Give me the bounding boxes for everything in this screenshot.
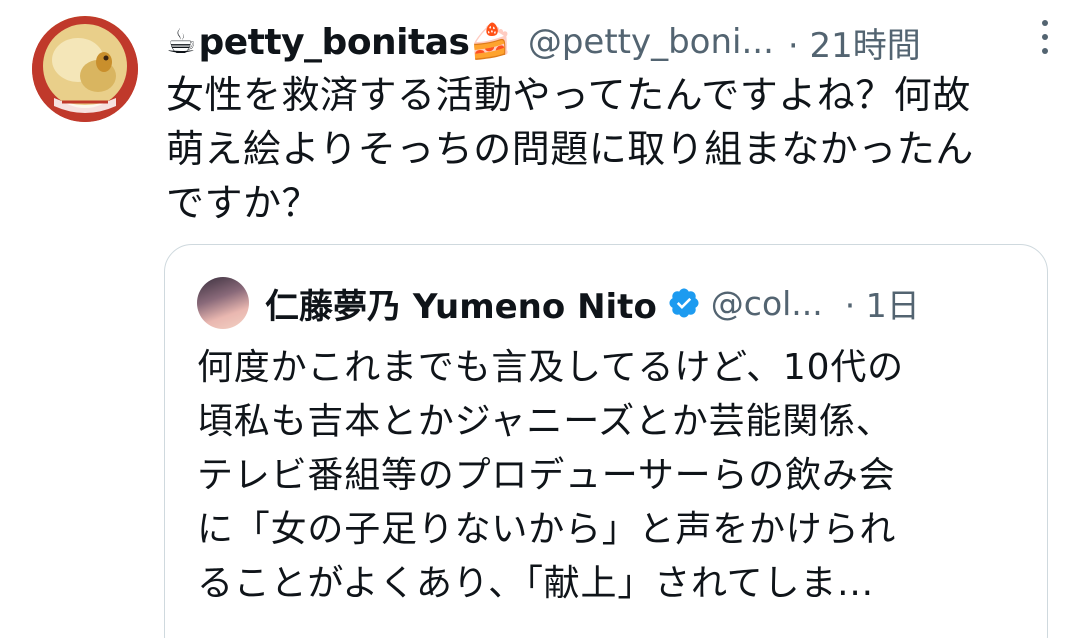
quoted-text-line: 頃私も吉本とかジャニーズとか芸能関係、	[197, 401, 893, 442]
verified-badge-icon	[669, 288, 699, 318]
quoted-author-handle: @col...	[710, 283, 823, 323]
more-dot	[1042, 20, 1048, 26]
tweet-text-line: 萌え絵よりそっちの問題に取り組まなかったん	[166, 127, 974, 171]
tweet-text: 女性を救済する活動やってたんですよね？何故 萌え絵よりそっちの問題に取り組まなか…	[166, 68, 1056, 230]
more-options-icon[interactable]	[1040, 20, 1050, 54]
author-display-name[interactable]: petty_bonitas	[198, 22, 469, 63]
tweet-text-line: 女性を救済する活動やってたんですよね？何故	[166, 73, 971, 117]
tweet[interactable]: ☕ petty_bonitas 🍰 @petty_boni... · 21時間 …	[0, 0, 1080, 638]
quoted-text-line: ることがよくあり、「献上」されてしま...	[197, 563, 874, 604]
quoted-text-line: 何度かこれまでも言及してるけど、10代の	[197, 347, 904, 388]
quoted-tweet-text: 何度かこれまでも言及してるけど、10代の 頃私も吉本とかジャニーズとか芸能関係、…	[197, 341, 1017, 611]
tweet-text-line: ですか？	[166, 181, 321, 225]
quoted-author-display-name: 仁藤夢乃 Yumeno Nito	[265, 286, 657, 327]
tweet-timestamp[interactable]: · 21時間	[788, 18, 921, 67]
cake-emoji-icon: 🍰	[469, 22, 512, 62]
avatar-image	[32, 16, 138, 122]
quoted-tweet-timestamp: · 1日	[844, 286, 920, 325]
tweet-header: ☕ petty_bonitas 🍰 @petty_boni... · 21時間	[166, 18, 1046, 66]
more-dot	[1042, 48, 1048, 54]
quoted-text-line: テレビ番組等のプロデューサーらの飲み会	[197, 455, 896, 496]
author-handle[interactable]: @petty_boni...	[528, 22, 774, 62]
quoted-tweet-header: 仁藤夢乃 Yumeno Nito @col... · 1日	[197, 277, 1017, 329]
more-dot	[1042, 34, 1048, 40]
coffee-emoji-icon: ☕	[166, 22, 197, 62]
quoted-tweet-card[interactable]: 仁藤夢乃 Yumeno Nito @col... · 1日 何度かこれまでも言及…	[164, 244, 1048, 638]
quoted-author-avatar[interactable]	[197, 277, 249, 329]
quoted-text-line: に「女の子足りないから」と声をかけられ	[197, 509, 897, 550]
author-avatar[interactable]	[32, 16, 138, 122]
